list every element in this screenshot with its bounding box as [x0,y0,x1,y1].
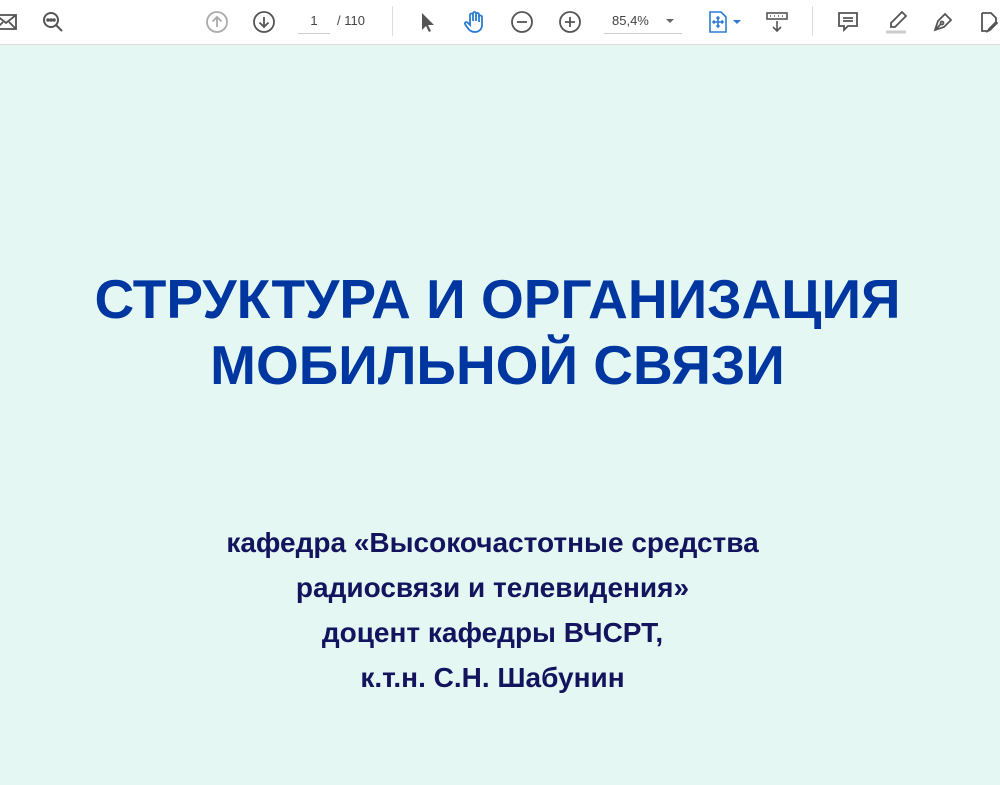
divider [392,6,393,36]
fit-page-button[interactable] [703,8,743,36]
sign-button[interactable] [929,8,957,36]
title-line: СТРУКТУРА И ОРГАНИЗАЦИЯ [94,268,901,330]
pdf-page-slide: СТРУКТУРА И ОРГАНИЗАЦИЯ МОБИЛЬНОЙ СВЯЗИ … [0,46,1000,785]
divider [812,6,813,36]
pdf-toolbar: 1 / 110 85,4% [0,0,1000,45]
subtitle-line: доцент кафедры ВЧСРТ, [321,617,664,648]
email-button[interactable] [0,8,20,36]
edit-pdf-button[interactable] [975,8,1000,36]
highlighter-icon [886,10,908,34]
zoom-level-select[interactable]: 85,4% [604,10,682,34]
comment-button[interactable] [834,8,862,36]
subtitle-line: радиосвязи и телевидения» [295,572,690,603]
search-button[interactable] [39,8,67,36]
envelope-icon [0,14,17,30]
minus-circle-icon [511,11,533,33]
select-tool-button[interactable] [413,8,441,36]
highlight-button[interactable] [882,8,910,36]
keyboard-down-icon [766,12,788,33]
slide-title: СТРУКТУРА И ОРГАНИЗАЦИЯ МОБИЛЬНОЙ СВЯЗИ [0,266,995,398]
arrow-up-circle-icon [206,11,228,33]
previous-page-button[interactable] [203,8,231,36]
zoom-level-value: 85,4% [612,13,649,28]
plus-circle-icon [559,11,581,33]
search-icon [43,12,63,32]
next-page-button[interactable] [250,8,278,36]
cursor-arrow-icon [422,13,434,32]
subtitle-line: к.т.н. С.Н. Шабунин [360,662,625,693]
comment-icon [838,12,858,33]
chevron-down-icon [666,19,674,23]
page-number-input[interactable]: 1 [298,10,330,34]
subtitle-line: кафедра «Высокочастотные средства [226,527,759,558]
arrow-down-circle-icon [253,11,275,33]
page-total: / 110 [337,13,365,28]
zoom-in-button[interactable] [556,8,584,36]
pen-nib-icon [933,12,953,32]
scroll-mode-button[interactable] [763,8,791,36]
hand-tool-button[interactable] [461,8,489,36]
slide-subtitle: кафедра «Высокочастотные средства радиос… [0,520,985,700]
zoom-out-button[interactable] [508,8,536,36]
title-line: МОБИЛЬНОЙ СВЯЗИ [210,334,785,396]
chevron-down-icon [732,20,741,24]
fit-page-icon [708,11,727,33]
document-edit-icon [981,12,999,34]
hand-icon [464,11,483,33]
